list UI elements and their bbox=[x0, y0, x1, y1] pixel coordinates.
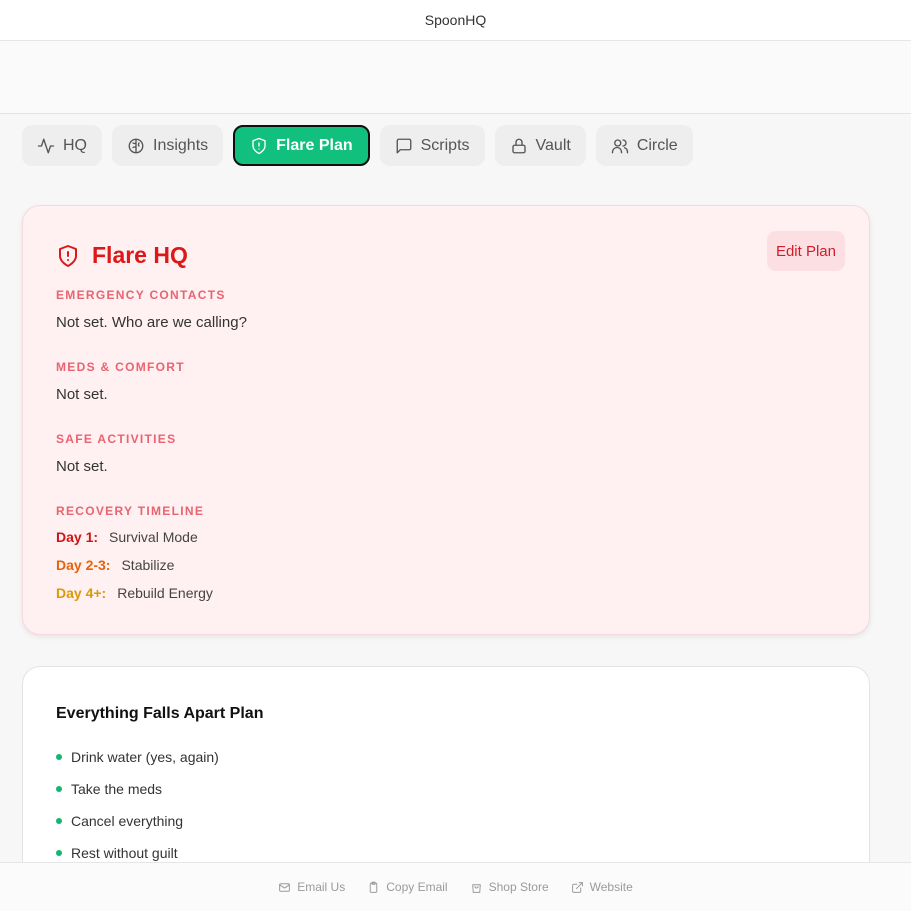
users-icon bbox=[611, 138, 628, 153]
list-item-text: Drink water (yes, again) bbox=[71, 749, 219, 765]
email-us-link[interactable]: Email Us bbox=[278, 880, 345, 894]
clipboard-icon bbox=[369, 881, 378, 893]
website-link[interactable]: Website bbox=[571, 880, 633, 894]
timeline-text: Rebuild Energy bbox=[117, 585, 213, 601]
tab-label: Insights bbox=[153, 136, 209, 154]
bullet-dot bbox=[56, 818, 62, 824]
timeline-text: Survival Mode bbox=[109, 529, 198, 545]
list-item: Take the meds bbox=[56, 773, 219, 805]
shield-alert-icon bbox=[59, 244, 77, 267]
tab-bar: HQ Insights Flare Plan Scripts Vault Cir… bbox=[22, 125, 693, 166]
header-area bbox=[0, 41, 911, 114]
timeline-day: Day 2-3: bbox=[56, 557, 111, 573]
tab-hq[interactable]: HQ bbox=[22, 125, 102, 166]
tab-vault[interactable]: Vault bbox=[494, 125, 586, 166]
flare-card-title: Flare HQ bbox=[56, 242, 188, 269]
tab-flare-plan[interactable]: Flare Plan bbox=[233, 125, 370, 166]
plan-title: Everything Falls Apart Plan bbox=[56, 705, 264, 722]
shop-store-link[interactable]: Shop Store bbox=[470, 880, 549, 894]
tab-scripts[interactable]: Scripts bbox=[379, 125, 485, 166]
edit-plan-button[interactable]: Edit Plan bbox=[766, 231, 845, 271]
flare-hq-card: Flare HQ Edit Plan EMERGENCY CONTACTS No… bbox=[22, 205, 870, 635]
flare-title-text: Flare HQ bbox=[92, 242, 188, 268]
safe-activities-value: Not set. bbox=[56, 458, 108, 475]
timeline-row: Day 2-3: Stabilize bbox=[56, 557, 174, 573]
list-item: Cancel everything bbox=[56, 805, 219, 837]
timeline-day: Day 4+: bbox=[56, 585, 107, 601]
footer-bar: Email Us Copy Email Shop Store Website bbox=[0, 862, 911, 911]
footer-link-label: Copy Email bbox=[386, 880, 448, 894]
tab-insights[interactable]: Insights bbox=[112, 125, 224, 166]
message-square-icon bbox=[396, 138, 412, 153]
recovery-timeline-label: RECOVERY TIMELINE bbox=[56, 504, 205, 518]
mail-icon bbox=[279, 882, 291, 892]
list-item-text: Rest without guilt bbox=[71, 845, 178, 861]
timeline-row: Day 4+: Rebuild Energy bbox=[56, 585, 213, 601]
tab-label: Circle bbox=[636, 136, 678, 154]
emergency-contacts-value: Not set. Who are we calling? bbox=[56, 314, 247, 331]
bullet-dot bbox=[56, 786, 62, 792]
list-item-text: Cancel everything bbox=[71, 813, 184, 829]
footer-link-label: Email Us bbox=[297, 880, 346, 894]
meds-comfort-label: MEDS & COMFORT bbox=[56, 360, 185, 374]
tab-label: HQ bbox=[63, 136, 87, 154]
meds-comfort-value: Not set. bbox=[56, 386, 108, 403]
footer-link-label: Shop Store bbox=[488, 880, 549, 894]
emergency-contacts-label: EMERGENCY CONTACTS bbox=[56, 288, 226, 302]
bullet-dot bbox=[56, 754, 62, 760]
activity-icon bbox=[37, 138, 55, 153]
window-title: SpoonHQ bbox=[424, 12, 487, 28]
timeline-text: Stabilize bbox=[121, 557, 175, 573]
list-item: Drink water (yes, again) bbox=[56, 741, 219, 773]
window-titlebar: SpoonHQ bbox=[0, 0, 911, 41]
external-link-icon bbox=[571, 881, 583, 893]
tab-label: Flare Plan bbox=[276, 136, 353, 154]
footer-link-label: Website bbox=[589, 880, 633, 894]
shopping-bag-icon bbox=[471, 883, 481, 893]
tab-label: Vault bbox=[535, 136, 571, 154]
plan-list: Drink water (yes, again) Take the meds C… bbox=[56, 741, 219, 869]
timeline-day: Day 1: bbox=[56, 529, 99, 545]
lock-icon bbox=[511, 138, 526, 153]
tab-label: Scripts bbox=[420, 136, 470, 154]
bullet-dot bbox=[56, 850, 62, 856]
timeline-row: Day 1: Survival Mode bbox=[56, 529, 198, 545]
copy-email-link[interactable]: Copy Email bbox=[367, 880, 448, 894]
safe-activities-label: SAFE ACTIVITIES bbox=[56, 432, 177, 446]
brain-icon bbox=[128, 138, 144, 153]
tab-circle[interactable]: Circle bbox=[595, 125, 693, 166]
shield-alert-icon bbox=[252, 137, 266, 154]
list-item-text: Take the meds bbox=[71, 781, 163, 797]
